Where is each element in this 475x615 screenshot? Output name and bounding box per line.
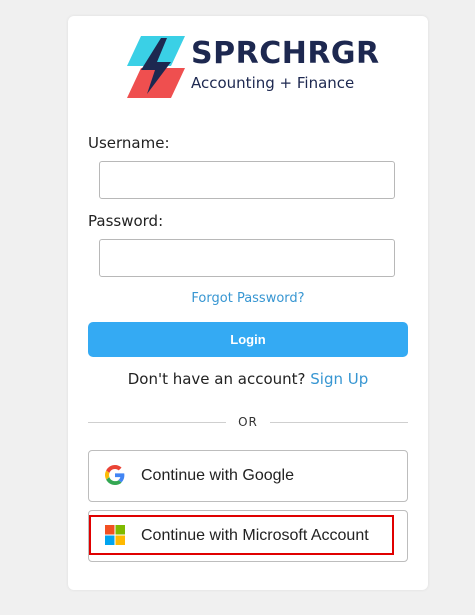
brand-logo: SPRCHRGR Accounting + Finance [127, 36, 379, 98]
brand-name: SPRCHRGR [191, 36, 380, 71]
lightning-logo-icon [127, 36, 185, 98]
or-divider: OR [88, 415, 408, 431]
login-card: SPRCHRGR Accounting + Finance Username: … [68, 16, 428, 590]
username-label: Username: [88, 134, 170, 152]
forgot-password-link[interactable]: Forgot Password? [68, 291, 428, 306]
continue-with-microsoft-button[interactable]: Continue with Microsoft Account [88, 510, 408, 562]
password-input[interactable] [99, 239, 395, 277]
divider-line-right [270, 422, 408, 423]
signup-link[interactable]: Sign Up [310, 370, 368, 388]
brand-tagline: Accounting + Finance [191, 74, 355, 92]
google-icon [105, 465, 125, 485]
signup-line: Don't have an account? Sign Up [68, 370, 428, 388]
login-button[interactable]: Login [88, 322, 408, 357]
password-label: Password: [88, 212, 164, 230]
signup-prompt: Don't have an account? [127, 370, 306, 388]
username-input[interactable] [99, 161, 395, 199]
microsoft-button-label: Continue with Microsoft Account [141, 527, 369, 544]
continue-with-google-button[interactable]: Continue with Google [88, 450, 408, 502]
google-button-label: Continue with Google [141, 467, 294, 484]
microsoft-icon [105, 525, 125, 545]
